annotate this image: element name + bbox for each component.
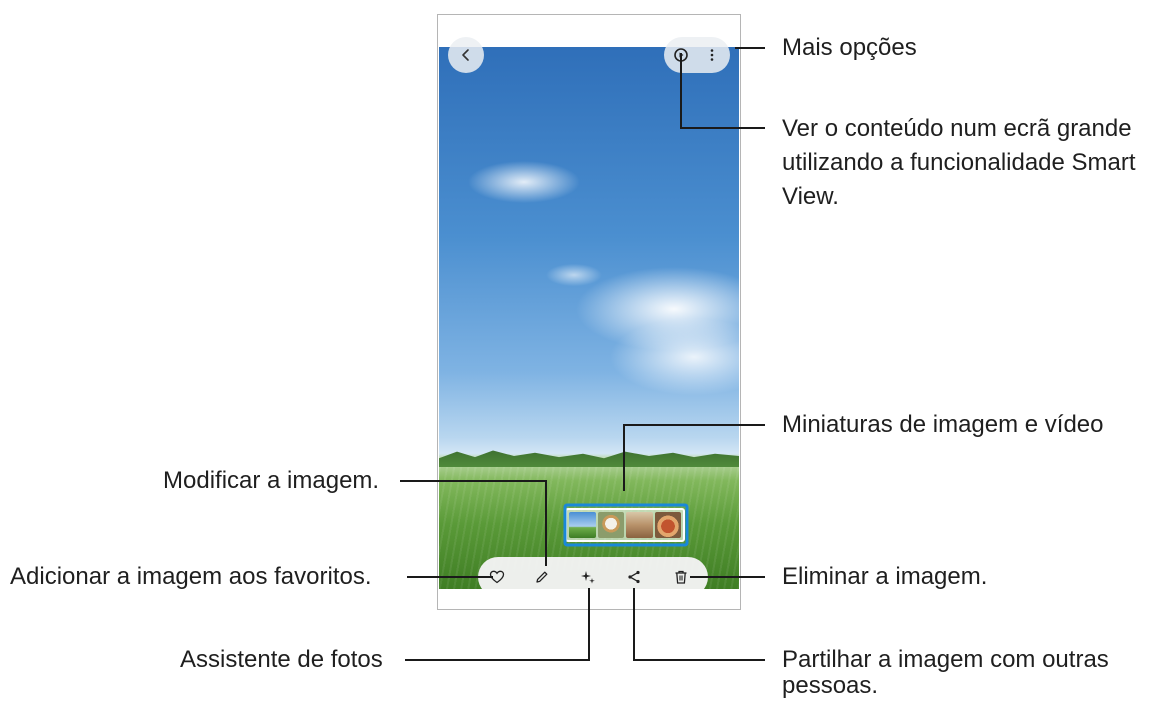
label-smart-view-3: View.	[782, 183, 839, 210]
chevron-left-icon	[462, 49, 469, 61]
label-share-2: pessoas.	[782, 672, 879, 699]
thumbnail-sky[interactable]	[569, 512, 596, 538]
favorite-button[interactable]	[488, 568, 506, 586]
treeline	[439, 450, 739, 467]
thumbnail-dog[interactable]	[597, 512, 624, 538]
more-vertical-icon	[710, 49, 714, 61]
smart-view-icon	[674, 48, 688, 62]
navigation-area	[438, 589, 740, 609]
smart-view-button[interactable]	[672, 46, 690, 64]
trash-icon	[675, 570, 687, 584]
label-edit: Modificar a imagem.	[163, 467, 380, 494]
label-smart-view-1: Ver o conteúdo num ecrã grande	[782, 115, 1132, 142]
label-assistant: Assistente de fotos	[180, 646, 383, 673]
thumbnail-street[interactable]	[626, 512, 653, 538]
back-button[interactable]	[448, 37, 484, 73]
label-smart-view-2: utilizando a funcionalidade Smart	[782, 149, 1136, 176]
delete-button[interactable]	[672, 568, 690, 586]
top-actions	[664, 37, 730, 73]
pencil-icon	[536, 571, 548, 583]
photo-assistant-button[interactable]	[579, 568, 597, 586]
phone-screen	[437, 14, 741, 610]
edit-button[interactable]	[533, 568, 551, 586]
label-thumbnails: Miniaturas de imagem e vídeo	[782, 411, 1104, 438]
label-delete: Eliminar a imagem.	[782, 563, 988, 590]
thumbnail-food[interactable]	[654, 512, 681, 538]
label-favorite: Adicionar a imagem aos favoritos.	[10, 563, 372, 590]
thumbnail-strip[interactable]	[565, 508, 685, 542]
sparkle-icon	[581, 571, 595, 584]
heart-icon	[489, 570, 505, 584]
label-more-options: Mais opções	[782, 34, 917, 61]
more-options-button[interactable]	[703, 46, 721, 64]
share-button[interactable]	[625, 568, 643, 586]
share-icon	[628, 570, 640, 584]
